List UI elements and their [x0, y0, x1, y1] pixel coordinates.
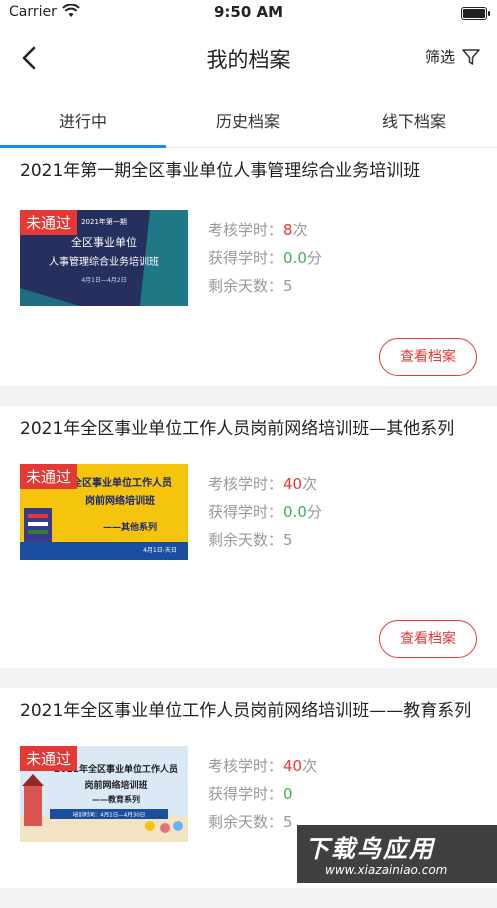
remaining-days-label: 剩余天数： — [208, 531, 283, 549]
tab-bar: 进行中 历史档案 线下档案 — [0, 90, 497, 148]
course-thumbnail[interactable]: 未通过 全区事业单位工作人员 岗前网络培训班 ——其他系列 4月1日-天日 — [20, 464, 188, 560]
status-badge: 未通过 — [20, 464, 77, 489]
earned-hours-unit: 分 — [307, 503, 322, 521]
watermark-main: 下载鸟应用 — [305, 829, 435, 864]
required-hours-label: 考核学时： — [208, 221, 283, 239]
filter-label: 筛选 — [425, 46, 455, 67]
required-hours-value: 40 — [283, 757, 302, 775]
status-badge: 未通过 — [20, 746, 77, 771]
nav-bar: 我的档案 筛选 — [0, 28, 497, 90]
thumb-line-4: 培训时间：4月1日—4月30日 — [73, 811, 146, 819]
funnel-icon — [461, 47, 481, 67]
thumb-line-1: 2021年第一期 — [81, 217, 127, 226]
course-title: 2021年第一期全区事业单位人事管理综合业务培训班 — [0, 148, 497, 185]
battery-icon — [461, 7, 487, 20]
thumb-line-3: ——其他系列 — [103, 521, 157, 533]
thumb-line-4: 4月1日—4月2日 — [81, 277, 126, 284]
card-body: 未通过 全区事业单位工作人员 岗前网络培训班 ——其他系列 4月1日-天日 考核… — [0, 464, 497, 564]
required-hours-unit: 次 — [302, 475, 317, 493]
tab-offline[interactable]: 线下档案 — [331, 108, 497, 132]
thumb-line-2: 岗前网络培训班 — [84, 779, 147, 791]
earned-hours-value: 0 — [283, 785, 293, 803]
clock: 9:50 AM — [0, 3, 497, 21]
thumb-line-1: 全区事业单位工作人员 — [71, 476, 172, 489]
course-stats: 考核学时：8次 获得学时：0.0分 剩余天数：5 — [208, 216, 322, 300]
required-hours-unit: 次 — [302, 757, 317, 775]
card-body: 未通过 2021年第一期 全区事业单位 人事管理综合业务培训班 4月1日—4月2… — [0, 210, 497, 310]
thumb-line-2: 岗前网络培训班 — [85, 494, 155, 507]
archive-card: 2021年全区事业单位工作人员岗前网络培训班—其他系列 未通过 全区事业单位工作… — [0, 406, 497, 668]
required-hours-value: 8 — [283, 221, 293, 239]
view-archive-button[interactable]: 查看档案 — [379, 338, 477, 376]
remaining-days-value: 5 — [283, 277, 293, 295]
required-hours-label: 考核学时： — [208, 475, 283, 493]
tab-history[interactable]: 历史档案 — [165, 108, 331, 132]
watermark-url: www.xiazainiao.com — [325, 863, 447, 877]
course-title: 2021年全区事业单位工作人员岗前网络培训班——教育系列 — [0, 688, 497, 725]
course-title: 2021年全区事业单位工作人员岗前网络培训班—其他系列 — [0, 406, 497, 443]
required-hours-label: 考核学时： — [208, 757, 283, 775]
earned-hours-label: 获得学时： — [208, 249, 283, 267]
course-thumbnail[interactable]: 未通过 2021年全区事业单位工作人员 岗前网络培训班 ——教育系列 培训时间：… — [20, 746, 188, 842]
tab-in-progress[interactable]: 进行中 — [0, 108, 166, 132]
course-stats: 考核学时：40次 获得学时：0 剩余天数：5 — [208, 752, 317, 836]
remaining-days-value: 5 — [283, 813, 293, 831]
earned-hours-label: 获得学时： — [208, 503, 283, 521]
thumb-line-3: ——教育系列 — [92, 794, 140, 804]
status-bar: Carrier 9:50 AM — [0, 0, 497, 28]
remaining-days-label: 剩余天数： — [208, 813, 283, 831]
remaining-days-label: 剩余天数： — [208, 277, 283, 295]
thumb-line-3: 人事管理综合业务培训班 — [49, 255, 159, 268]
required-hours-unit: 次 — [293, 221, 308, 239]
remaining-days-value: 5 — [283, 531, 293, 549]
status-badge: 未通过 — [20, 210, 77, 235]
watermark: 下载鸟应用 www.xiazainiao.com — [297, 825, 497, 883]
thumb-line-4: 4月1日-天日 — [143, 547, 177, 554]
course-thumbnail[interactable]: 未通过 2021年第一期 全区事业单位 人事管理综合业务培训班 4月1日—4月2… — [20, 210, 188, 306]
earned-hours-value: 0.0 — [283, 503, 307, 521]
filter-button[interactable]: 筛选 — [425, 46, 481, 67]
course-stats: 考核学时：40次 获得学时：0.0分 剩余天数：5 — [208, 470, 322, 554]
page-title: 我的档案 — [0, 44, 497, 74]
thumb-line-2: 全区事业单位 — [71, 235, 137, 249]
required-hours-value: 40 — [283, 475, 302, 493]
view-archive-button[interactable]: 查看档案 — [379, 620, 477, 658]
archive-card: 2021年第一期全区事业单位人事管理综合业务培训班 未通过 2021年第一期 全… — [0, 148, 497, 386]
earned-hours-unit: 分 — [307, 249, 322, 267]
earned-hours-value: 0.0 — [283, 249, 307, 267]
earned-hours-label: 获得学时： — [208, 785, 283, 803]
archive-list: 2021年第一期全区事业单位人事管理综合业务培训班 未通过 2021年第一期 全… — [0, 148, 497, 908]
